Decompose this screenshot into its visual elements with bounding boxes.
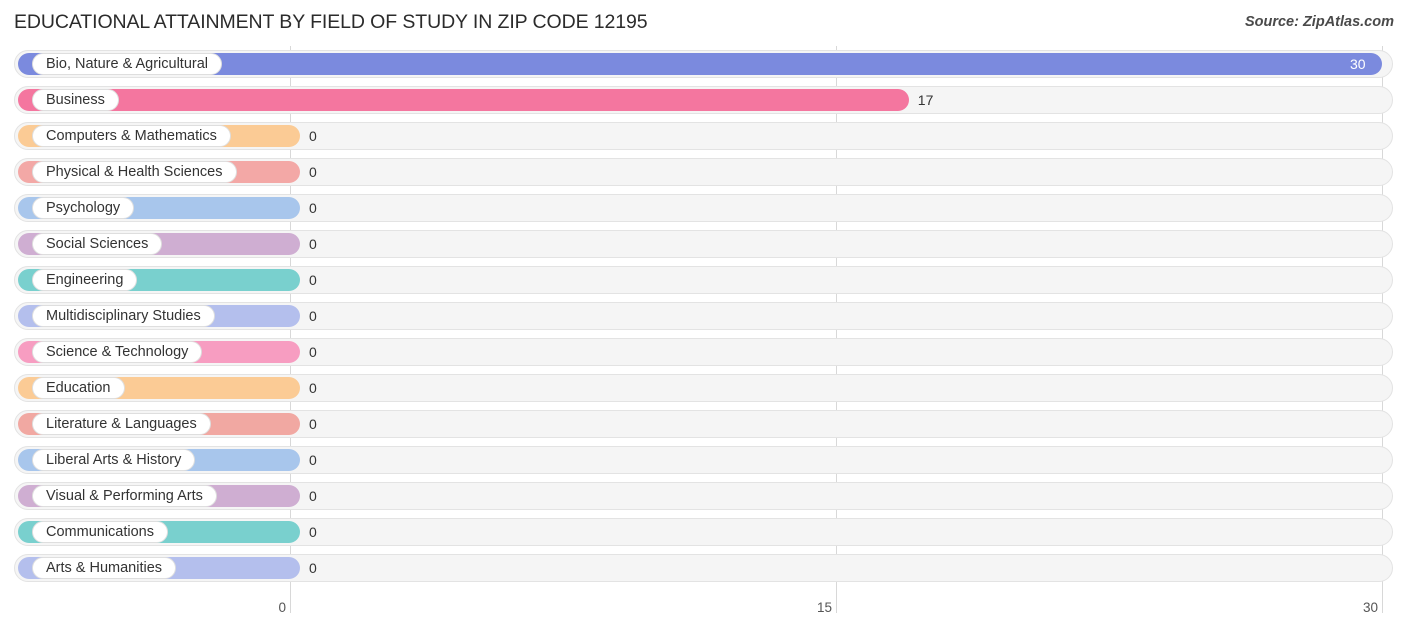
bar-value-label: 0 bbox=[309, 524, 317, 540]
bar-row[interactable]: Computers & Mathematics 0 bbox=[0, 118, 1406, 154]
bar-row[interactable]: Visual & Performing Arts 0 bbox=[0, 478, 1406, 514]
bar-label-pill: Science & Technology bbox=[32, 341, 203, 363]
bar-value-label: 0 bbox=[309, 164, 317, 180]
bar-label-pill: Psychology bbox=[32, 197, 135, 219]
bar-category-label: Physical & Health Sciences bbox=[46, 163, 223, 180]
bar-label-pill: Communications bbox=[32, 521, 168, 543]
bar-value-label: 0 bbox=[309, 128, 317, 144]
bar-category-label: Visual & Performing Arts bbox=[46, 487, 203, 504]
bar-fill[interactable] bbox=[18, 89, 909, 111]
bar-row[interactable]: Science & Technology 0 bbox=[0, 334, 1406, 370]
bar-value-label: 0 bbox=[309, 200, 317, 216]
bar-value-label: 0 bbox=[309, 488, 317, 504]
bar-row[interactable]: Education 0 bbox=[0, 370, 1406, 406]
bar-fill[interactable] bbox=[18, 53, 1382, 75]
bar-value-label: 17 bbox=[917, 92, 934, 108]
source-attribution: Source: ZipAtlas.com bbox=[1244, 14, 1394, 30]
bar-category-label: Social Sciences bbox=[46, 235, 149, 252]
bar-row[interactable]: Communications 0 bbox=[0, 514, 1406, 550]
bar-category-label: Arts & Humanities bbox=[46, 559, 163, 576]
bar-row[interactable]: Social Sciences 0 bbox=[0, 226, 1406, 262]
bar-row[interactable]: Arts & Humanities 0 bbox=[0, 550, 1406, 586]
bar-row[interactable]: Multidisciplinary Studies 0 bbox=[0, 298, 1406, 334]
page-title: EDUCATIONAL ATTAINMENT BY FIELD OF STUDY… bbox=[14, 11, 648, 33]
axis-tick-mark bbox=[1382, 597, 1383, 613]
bar-value-label: 0 bbox=[309, 236, 317, 252]
axis-tick-mark bbox=[290, 597, 291, 613]
bar-row[interactable]: Physical & Health Sciences 0 bbox=[0, 154, 1406, 190]
bar-value-label: 0 bbox=[309, 452, 317, 468]
bar-label-pill: Liberal Arts & History bbox=[32, 449, 196, 471]
bar-category-label: Business bbox=[46, 91, 105, 108]
axis-tick-mark bbox=[836, 597, 837, 613]
axis-tick-label: 30 bbox=[1362, 600, 1378, 615]
bar-label-pill: Visual & Performing Arts bbox=[32, 485, 217, 507]
bar-label-pill: Engineering bbox=[32, 269, 138, 291]
chart-plot-area: Bio, Nature & Agricultural 30 Business 17 Co… bbox=[0, 46, 1406, 597]
bar-category-label: Education bbox=[46, 379, 111, 396]
bar-category-label: Psychology bbox=[46, 199, 121, 216]
bar-label-pill: Physical & Health Sciences bbox=[32, 161, 237, 183]
bar-row[interactable]: Liberal Arts & History 0 bbox=[0, 442, 1406, 478]
bar-row[interactable]: Bio, Nature & Agricultural 30 bbox=[0, 46, 1406, 82]
bar-value-label: 0 bbox=[309, 560, 317, 576]
bar-label-pill: Social Sciences bbox=[32, 233, 163, 255]
bar-category-label: Computers & Mathematics bbox=[46, 127, 217, 144]
bar-category-label: Literature & Languages bbox=[46, 415, 197, 432]
bar-value-label: 0 bbox=[309, 344, 317, 360]
bar-label-pill: Multidisciplinary Studies bbox=[32, 305, 215, 327]
bar-row[interactable]: Psychology 0 bbox=[0, 190, 1406, 226]
bar-category-label: Science & Technology bbox=[46, 343, 189, 360]
bar-category-label: Multidisciplinary Studies bbox=[46, 307, 201, 324]
bar-label-pill: Business bbox=[32, 89, 119, 111]
bar-row[interactable]: Literature & Languages 0 bbox=[0, 406, 1406, 442]
bar-label-pill: Arts & Humanities bbox=[32, 557, 177, 579]
bar-category-label: Communications bbox=[46, 523, 154, 540]
axis-tick-label: 15 bbox=[816, 600, 832, 615]
bar-rows: Bio, Nature & Agricultural 30 Business 17 Co… bbox=[0, 46, 1406, 586]
chart-header: EDUCATIONAL ATTAINMENT BY FIELD OF STUDY… bbox=[0, 0, 1406, 46]
bar-label-pill: Literature & Languages bbox=[32, 413, 211, 435]
bar-label-pill: Computers & Mathematics bbox=[32, 125, 231, 147]
bar-row[interactable]: Business 17 bbox=[0, 82, 1406, 118]
bar-label-pill: Education bbox=[32, 377, 125, 399]
axis-tick-label: 0 bbox=[278, 600, 286, 615]
bar-value-label: 0 bbox=[309, 416, 317, 432]
bar-value-label: 0 bbox=[309, 308, 317, 324]
bar-value-label: 30 bbox=[1350, 56, 1366, 72]
bar-value-label: 0 bbox=[309, 272, 317, 288]
bar-label-pill: Bio, Nature & Agricultural bbox=[32, 53, 222, 75]
bar-value-label: 0 bbox=[309, 380, 317, 396]
x-axis: 0 15 30 bbox=[0, 597, 1406, 632]
bar-category-label: Liberal Arts & History bbox=[46, 451, 182, 468]
bar-category-label: Engineering bbox=[46, 271, 124, 288]
bar-row[interactable]: Engineering 0 bbox=[0, 262, 1406, 298]
bar-category-label: Bio, Nature & Agricultural bbox=[46, 55, 208, 72]
